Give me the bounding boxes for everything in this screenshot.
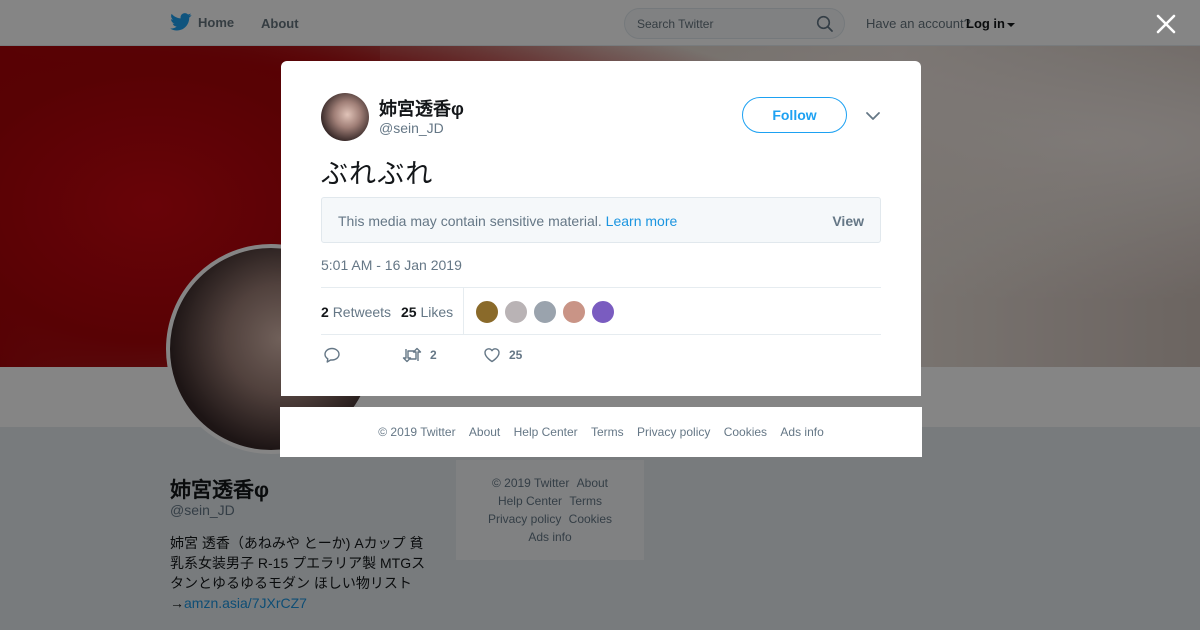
learn-more-link[interactable]: Learn more <box>606 213 678 229</box>
sensitive-notice-text: This media may contain sensitive materia… <box>338 213 602 229</box>
tweet-stats: 2 Retweets 25 Likes <box>321 287 881 335</box>
likes-count: 25 <box>401 304 417 320</box>
like-action-count: 25 <box>509 348 523 362</box>
follow-button[interactable]: Follow <box>742 97 847 133</box>
retweet-action-count: 2 <box>430 348 437 362</box>
tweet-author-avatar[interactable] <box>321 93 369 141</box>
retweets-stat[interactable]: 2 Retweets <box>321 304 391 320</box>
footer-cookies-link[interactable]: Cookies <box>724 425 767 439</box>
liker-avatar[interactable] <box>504 300 528 324</box>
reply-action[interactable] <box>323 346 341 364</box>
reply-icon <box>324 347 340 363</box>
tweet-actions: 2 25 <box>321 346 881 366</box>
likes-stat[interactable]: 25 Likes <box>401 304 453 320</box>
view-media-button[interactable]: View <box>832 213 864 229</box>
retweets-label: Retweets <box>332 304 392 320</box>
tweet-author-name[interactable]: 姉宮透香φ <box>379 95 464 121</box>
retweet-action[interactable]: 2 <box>402 346 437 364</box>
close-icon[interactable] <box>1152 10 1180 38</box>
tweet-author-handle[interactable]: @sein_JD <box>379 120 444 136</box>
footer-ads-link[interactable]: Ads info <box>780 425 823 439</box>
footer-copyright: © 2019 Twitter <box>378 425 456 439</box>
tweet-timestamp[interactable]: 5:01 AM - 16 Jan 2019 <box>321 257 462 273</box>
footer-privacy-link[interactable]: Privacy policy <box>637 425 710 439</box>
tweet-text: ぶれぶれ <box>321 159 434 190</box>
heart-icon <box>484 348 500 363</box>
modal-footer: © 2019 Twitter About Help Center Terms P… <box>280 407 922 457</box>
retweets-count: 2 <box>321 304 329 320</box>
sensitive-media-notice: This media may contain sensitive materia… <box>321 197 881 243</box>
likes-label: Likes <box>420 304 454 320</box>
stats-divider <box>463 288 464 334</box>
tweet-modal: 姉宮透香φ @sein_JD Follow ぶれぶれ This media ma… <box>281 61 921 396</box>
retweet-icon <box>402 347 422 363</box>
liker-avatar[interactable] <box>591 300 615 324</box>
liker-avatar[interactable] <box>562 300 586 324</box>
liker-avatar[interactable] <box>475 300 499 324</box>
footer-help-link[interactable]: Help Center <box>514 425 578 439</box>
like-action[interactable]: 25 <box>483 346 522 364</box>
footer-about-link[interactable]: About <box>469 425 500 439</box>
liker-avatar[interactable] <box>533 300 557 324</box>
chevron-down-icon[interactable] <box>861 106 885 126</box>
footer-terms-link[interactable]: Terms <box>591 425 624 439</box>
